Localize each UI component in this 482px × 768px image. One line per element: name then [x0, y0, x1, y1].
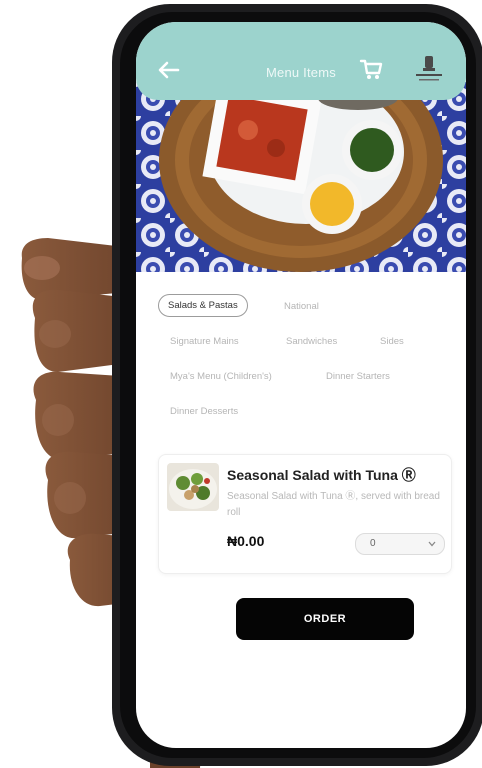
- menu-item-card[interactable]: Seasonal Salad with Tuna Ⓡ Seasonal Sala…: [158, 454, 452, 574]
- phone-screen: Menu Items Salads & Pastas National Sign…: [136, 22, 466, 748]
- item-thumbnail: [167, 463, 219, 511]
- item-price: ₦0.00: [227, 533, 265, 549]
- app-header: Menu Items: [136, 22, 466, 100]
- hero-food-image: [136, 82, 466, 272]
- chevron-down-icon: [428, 541, 436, 547]
- category-chip-sandwiches[interactable]: Sandwiches: [286, 336, 337, 347]
- category-chip-myas-menu[interactable]: Mya's Menu (Children's): [170, 371, 272, 382]
- category-chip-dinner-desserts[interactable]: Dinner Desserts: [170, 406, 238, 417]
- cart-icon[interactable]: [358, 56, 384, 82]
- category-chip-dinner-starters[interactable]: Dinner Starters: [326, 371, 390, 382]
- category-chip-salads-pastas[interactable]: Salads & Pastas: [158, 294, 248, 317]
- category-chip-sides[interactable]: Sides: [380, 336, 404, 347]
- restaurant-logo: [416, 56, 442, 81]
- category-chip-national[interactable]: National: [284, 301, 319, 312]
- quantity-select[interactable]: 0: [355, 533, 445, 555]
- item-description: Seasonal Salad with Tuna Ⓡ, served with …: [227, 491, 440, 518]
- item-name: Seasonal Salad with Tuna Ⓡ: [227, 467, 416, 483]
- quantity-value: 0: [370, 538, 376, 549]
- order-button[interactable]: ORDER: [236, 598, 414, 640]
- category-chip-signature-mains[interactable]: Signature Mains: [170, 336, 239, 347]
